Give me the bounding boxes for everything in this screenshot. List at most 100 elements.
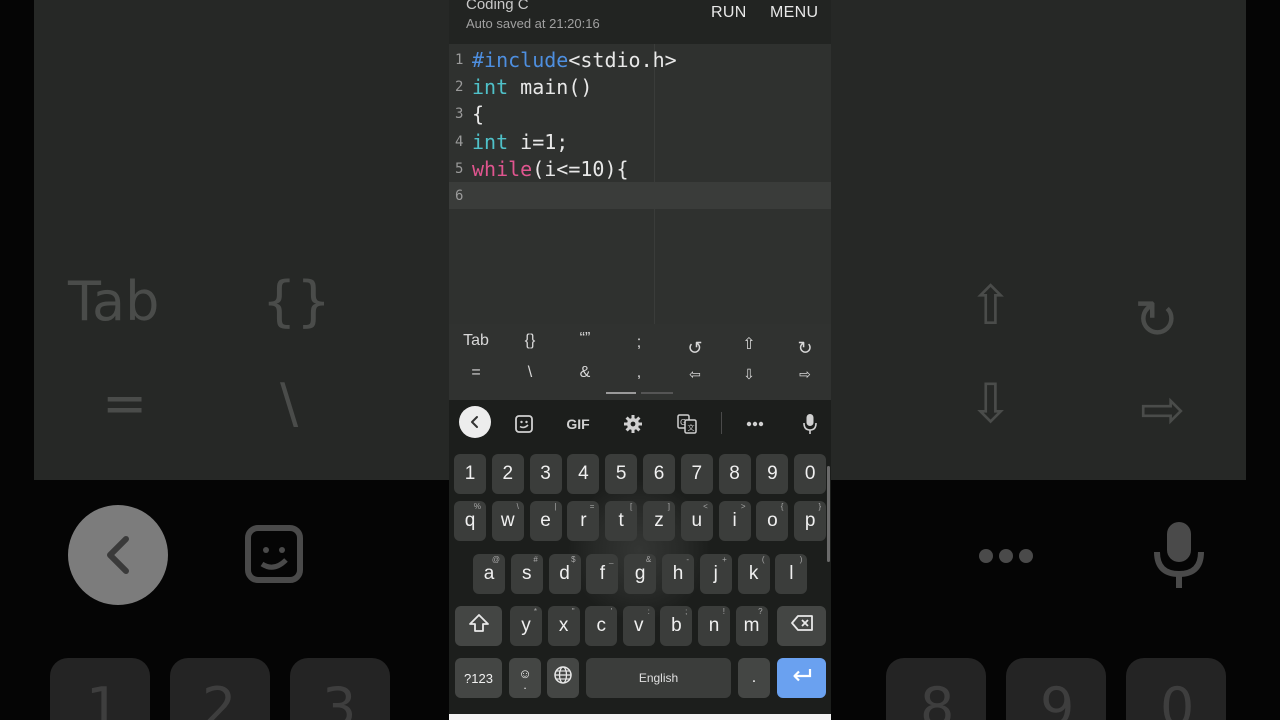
key[interactable]: c ' [585, 606, 618, 646]
background-key-1: 1 [50, 658, 150, 720]
symbol-semicolon[interactable]: ; [619, 334, 659, 352]
key[interactable]: u < [680, 501, 713, 541]
code-line[interactable]: 1 #include<stdio.h> [449, 46, 831, 73]
key[interactable]: f _ [586, 554, 619, 594]
shift-key[interactable] [455, 606, 502, 646]
key-hint: = [589, 502, 595, 511]
language-key[interactable] [547, 658, 579, 698]
key[interactable]: 9 [756, 454, 789, 494]
key[interactable]: 6 [643, 454, 675, 494]
symbols-key[interactable]: ?123 [455, 658, 502, 698]
code-text: #include<stdio.h> [472, 48, 677, 72]
key[interactable]: i > [718, 501, 751, 541]
key-label: c [596, 615, 606, 636]
key[interactable]: o{ [756, 501, 789, 541]
key-hint: + [722, 555, 727, 564]
key[interactable]: b; [660, 606, 693, 646]
key-label: 9 [767, 463, 778, 484]
key-label: 5 [615, 463, 627, 484]
key[interactable]: 3 [529, 454, 562, 494]
key[interactable]: v: [622, 606, 655, 646]
code-line[interactable]: 4 int i=1; [449, 128, 831, 155]
key[interactable]: d $ [548, 554, 581, 594]
key[interactable]: 7 [680, 454, 713, 494]
key[interactable]: a @ [473, 554, 505, 594]
background-key-3: 3 [290, 658, 390, 720]
key[interactable]: h- [662, 554, 694, 594]
up-arrow-icon[interactable]: ⇧ [729, 334, 769, 354]
key[interactable]: z] [643, 501, 675, 541]
key[interactable]: l) [775, 554, 808, 594]
key[interactable]: s # [510, 554, 543, 594]
key[interactable]: r = [567, 501, 600, 541]
key[interactable]: 4 [567, 454, 600, 494]
space-key[interactable]: English [586, 658, 731, 698]
undo-icon[interactable]: ↺ [675, 338, 715, 359]
symbol-quotes[interactable]: “” [565, 330, 605, 348]
key-label: r [580, 510, 587, 531]
code-keyword: int [472, 129, 509, 154]
key[interactable]: 1 [454, 454, 486, 494]
key[interactable]: m? [735, 606, 768, 646]
run-button[interactable]: RUN [711, 4, 747, 22]
symbol-tab[interactable]: Tab [456, 332, 496, 350]
down-arrow-icon[interactable]: ⇩ [729, 366, 769, 383]
key[interactable]: 0 [794, 454, 827, 494]
key[interactable]: e | [529, 501, 562, 541]
scrollbar[interactable] [827, 466, 830, 562]
key[interactable]: 8 [718, 454, 751, 494]
gif-icon[interactable]: GIF [561, 409, 595, 439]
enter-key[interactable] [777, 658, 826, 698]
mic-icon[interactable] [793, 409, 827, 439]
key[interactable]: y * [510, 606, 542, 646]
symbol-equals[interactable]: = [456, 364, 496, 382]
key-hint: [ [629, 502, 633, 511]
key[interactable]: w \ [491, 501, 524, 541]
page-indicator [641, 392, 673, 394]
key-label: 4 [578, 463, 589, 484]
backspace-key[interactable] [777, 606, 826, 646]
code-keyword: while [472, 156, 533, 181]
symbol-backslash[interactable]: \ [510, 364, 550, 382]
more-icon[interactable] [738, 409, 772, 439]
key-hint: $ [571, 555, 576, 564]
code-line[interactable]: 5 while(i<=10){ [449, 155, 831, 182]
right-arrow-icon[interactable]: ⇨ [785, 366, 825, 383]
period-key[interactable]: . [738, 658, 770, 698]
key[interactable]: p} [794, 501, 827, 541]
key-hint: * [533, 607, 537, 616]
symbol-braces[interactable]: {} [510, 332, 550, 350]
key[interactable]: j + [699, 554, 732, 594]
key-hint: \ [516, 502, 519, 511]
key[interactable]: q% [454, 501, 486, 541]
key-hint: ( [761, 555, 765, 564]
menu-button[interactable]: MENU [770, 4, 818, 22]
sticker-icon[interactable] [507, 409, 541, 439]
code-line[interactable]: 6 [449, 182, 831, 209]
settings-icon[interactable] [616, 409, 650, 439]
key-label: 2 [502, 463, 514, 484]
code-line[interactable]: 3{ [449, 100, 831, 127]
symbol-ampersand[interactable]: & [565, 364, 605, 382]
background-back-circle [68, 505, 168, 605]
key[interactable]: g & [624, 554, 657, 594]
key[interactable]: t[ [605, 501, 638, 541]
key[interactable]: n! [698, 606, 730, 646]
translate-icon[interactable]: G文 [670, 409, 704, 439]
key[interactable]: 5 [605, 454, 638, 494]
redo-icon[interactable]: ↻ [785, 338, 825, 359]
code-line[interactable]: 2 int main() [449, 73, 831, 100]
code-editor[interactable]: 1 #include<stdio.h> 2 int main() 3{4 int i=1;… [449, 44, 831, 324]
line-number: 1 [455, 52, 464, 68]
emoji-key[interactable]: ☺ . [509, 658, 541, 698]
key[interactable]: k( [737, 554, 770, 594]
background-key-9: 9 [1006, 658, 1106, 720]
chevron-left-icon[interactable] [459, 406, 491, 438]
left-arrow-icon[interactable]: ⇦ [675, 366, 715, 383]
key[interactable]: 2 [491, 454, 524, 494]
background-key-8: 8 [886, 658, 986, 720]
key-label: 7 [691, 463, 703, 484]
key[interactable]: x " [547, 606, 580, 646]
symbol-comma[interactable]: , [619, 364, 659, 382]
keyboard: GIF G文 ?123 ☺ . English . 1 2 3 4 5 6 7 … [449, 400, 831, 714]
